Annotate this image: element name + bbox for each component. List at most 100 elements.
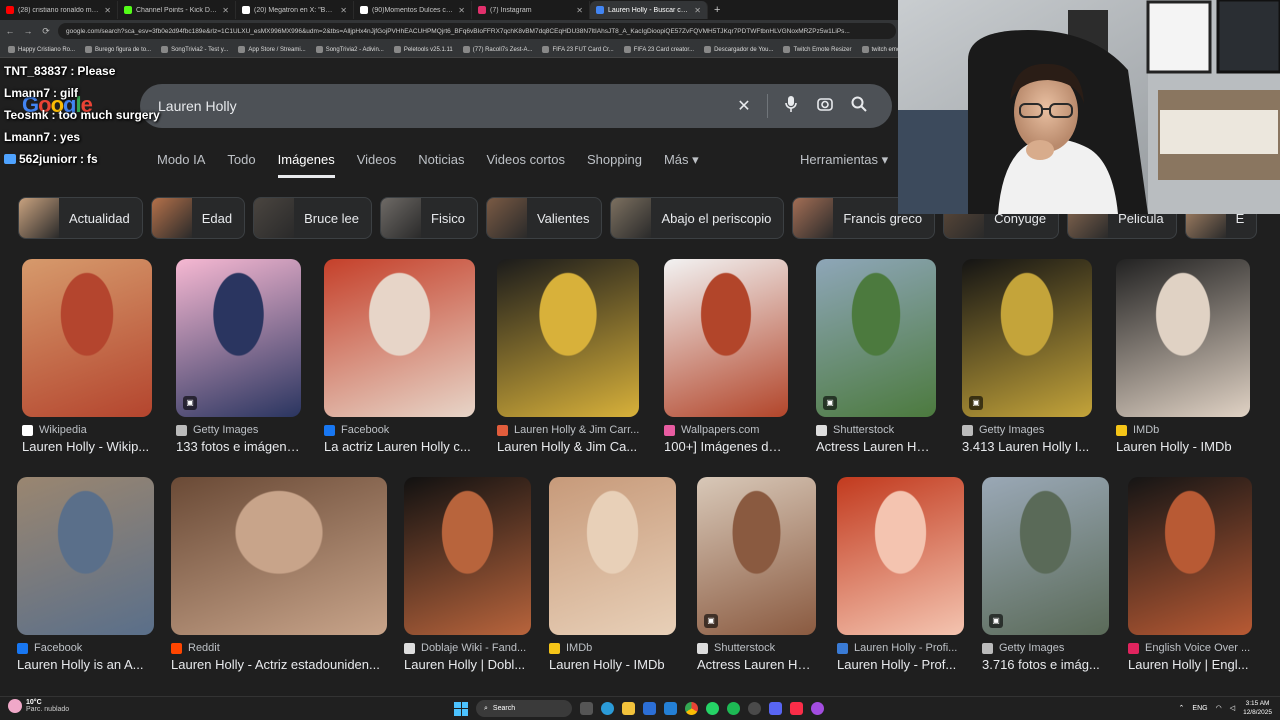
result-caption[interactable]: Actress Lauren Hol...: [697, 657, 816, 672]
bookmark-item[interactable]: Happy Cristiano Ro...: [8, 46, 75, 53]
result-image[interactable]: [22, 259, 152, 417]
back-icon[interactable]: ←: [4, 26, 16, 36]
image-result-card[interactable]: Facebook La actriz Lauren Holly c...: [324, 259, 475, 454]
spotify-icon[interactable]: [727, 702, 740, 715]
bookmark-item[interactable]: FIFA 23 Card creator...: [623, 46, 694, 53]
image-result-card[interactable]: ▣ Getty Images 3.716 fotos e imág...: [982, 477, 1109, 672]
weather-widget[interactable]: 10°C Parc. nublado: [8, 699, 69, 713]
microphone-icon[interactable]: [774, 95, 808, 118]
result-image[interactable]: [837, 477, 964, 635]
result-source[interactable]: Wikipedia: [22, 424, 152, 436]
result-image[interactable]: [497, 259, 639, 417]
messenger-icon[interactable]: [811, 702, 824, 715]
browser-tab[interactable]: (28) cristiano ronaldo mexico ✕: [0, 1, 118, 19]
bookmark-item[interactable]: twitch emotes: [861, 46, 900, 53]
result-source[interactable]: Lauren Holly & Jim Carr...: [497, 424, 639, 436]
image-result-card[interactable]: Doblaje Wiki - Fand... Lauren Holly | Dob…: [404, 477, 531, 672]
reload-icon[interactable]: ⟳: [40, 26, 52, 37]
search-tab[interactable]: Noticias: [418, 152, 464, 178]
search-tab[interactable]: Videos cortos: [486, 152, 565, 178]
related-search-chip[interactable]: Abajo el periscopio: [610, 197, 785, 239]
result-source[interactable]: Getty Images: [962, 424, 1092, 436]
mail-icon[interactable]: [664, 702, 677, 715]
forward-icon[interactable]: →: [22, 26, 34, 36]
tab-close-icon[interactable]: ✕: [576, 6, 583, 15]
image-result-card[interactable]: IMDb Lauren Holly - IMDb: [549, 477, 676, 672]
search-tab[interactable]: Videos: [357, 152, 397, 178]
new-tab-icon[interactable]: +: [708, 4, 726, 16]
browser-tab[interactable]: Lauren Holly - Buscar con Goo... ✕: [590, 1, 708, 19]
image-result-card[interactable]: ▣ Shutterstock Actress Lauren Hol...: [697, 477, 816, 672]
result-source[interactable]: Getty Images: [176, 424, 301, 436]
result-source[interactable]: Doblaje Wiki - Fand...: [404, 642, 531, 654]
music-app-icon[interactable]: [790, 702, 803, 715]
whatsapp-icon[interactable]: [706, 702, 719, 715]
clock[interactable]: 3:15 AM 12/8/2025: [1243, 699, 1272, 717]
result-caption[interactable]: 3.413 Lauren Holly I...: [962, 439, 1092, 454]
windows-start-icon[interactable]: [454, 701, 468, 716]
search-tab[interactable]: Más ▾: [664, 152, 699, 178]
result-image[interactable]: ▣: [982, 477, 1109, 635]
tools-button[interactable]: Herramientas ▾: [800, 152, 888, 168]
bookmark-item[interactable]: Descargador de You...: [704, 46, 773, 53]
tab-close-icon[interactable]: ✕: [458, 6, 465, 15]
search-tab[interactable]: Shopping: [587, 152, 642, 178]
clear-icon[interactable]: ✕: [727, 96, 761, 116]
lens-camera-icon[interactable]: [808, 95, 842, 118]
result-image[interactable]: ▣: [176, 259, 301, 417]
bookmark-item[interactable]: Twitch Emote Resizer: [783, 46, 852, 53]
result-caption[interactable]: Lauren Holly & Jim Ca...: [497, 439, 639, 454]
tab-close-icon[interactable]: ✕: [222, 6, 229, 15]
image-result-card[interactable]: English Voice Over ... Lauren Holly | Eng…: [1128, 477, 1252, 672]
image-result-card[interactable]: Lauren Holly & Jim Carr... Lauren Holly &…: [497, 259, 639, 454]
address-input[interactable]: google.com/search?sca_esv=3fb0e2d94fbc18…: [58, 23, 896, 39]
search-input[interactable]: Lauren Holly: [158, 98, 727, 114]
related-search-chip[interactable]: Bruce lee: [253, 197, 373, 239]
bookmark-item[interactable]: App Store / Streami...: [238, 46, 306, 53]
store-icon[interactable]: [643, 702, 656, 715]
result-image[interactable]: [1116, 259, 1250, 417]
result-caption[interactable]: La actriz Lauren Holly c...: [324, 439, 475, 454]
chevron-up-icon[interactable]: ⌃: [1179, 704, 1185, 712]
image-result-card[interactable]: Reddit Lauren Holly - Actriz estadouniden…: [171, 477, 387, 672]
related-search-chip[interactable]: Fisico: [380, 197, 478, 239]
result-source[interactable]: English Voice Over ...: [1128, 642, 1252, 654]
result-caption[interactable]: Lauren Holly | Engl...: [1128, 657, 1252, 672]
wifi-icon[interactable]: ◠: [1216, 704, 1222, 712]
result-caption[interactable]: Lauren Holly | Dobl...: [404, 657, 531, 672]
browser-tab[interactable]: (7) Instagram ✕: [472, 1, 590, 19]
result-caption[interactable]: Actress Lauren Holl...: [816, 439, 936, 454]
result-source[interactable]: IMDb: [1116, 424, 1250, 436]
related-search-chip[interactable]: Edad: [150, 197, 246, 239]
result-source[interactable]: Facebook: [17, 642, 154, 654]
result-caption[interactable]: Lauren Holly - Prof...: [837, 657, 964, 672]
language-indicator[interactable]: ENG: [1192, 705, 1207, 712]
bookmark-item[interactable]: FIFA 23 FUT Card Cr...: [542, 46, 614, 53]
result-caption[interactable]: Lauren Holly - Actriz estadouniden...: [171, 657, 387, 672]
result-source[interactable]: Facebook: [324, 424, 475, 436]
bookmark-item[interactable]: Peletools v25.1.11: [393, 46, 453, 53]
bookmark-item[interactable]: SongTrivia2 - Test y...: [161, 46, 228, 53]
search-box[interactable]: Lauren Holly ✕: [140, 84, 892, 128]
browser-tab[interactable]: (90)Momentos Dulces con el A... ✕: [354, 1, 472, 19]
tab-close-icon[interactable]: ✕: [340, 6, 347, 15]
image-result-card[interactable]: ▣ Getty Images 3.413 Lauren Holly I...: [962, 259, 1092, 454]
obs-icon[interactable]: [748, 702, 761, 715]
result-source[interactable]: Wallpapers.com: [664, 424, 788, 436]
task-view-icon[interactable]: [580, 702, 593, 715]
image-result-card[interactable]: Facebook Lauren Holly is an A...: [17, 477, 154, 672]
result-source[interactable]: Lauren Holly - Profi...: [837, 642, 964, 654]
tab-close-icon[interactable]: ✕: [694, 6, 701, 15]
search-tab[interactable]: Imágenes: [277, 152, 335, 178]
result-image[interactable]: ▣: [697, 477, 816, 635]
image-result-card[interactable]: Wikipedia Lauren Holly - Wikip...: [22, 259, 152, 454]
result-source[interactable]: Getty Images: [982, 642, 1109, 654]
result-source[interactable]: IMDb: [549, 642, 676, 654]
image-result-card[interactable]: Wallpapers.com 100+] Imágenes de ...: [664, 259, 788, 454]
chrome-icon[interactable]: [685, 702, 698, 715]
bookmark-item[interactable]: (77) Racoll7s Zest-A...: [462, 46, 532, 53]
related-search-chip[interactable]: Actualidad: [18, 197, 143, 239]
result-image[interactable]: ▣: [962, 259, 1092, 417]
volume-icon[interactable]: ◁: [1230, 704, 1235, 712]
result-caption[interactable]: Lauren Holly - Wikip...: [22, 439, 152, 454]
